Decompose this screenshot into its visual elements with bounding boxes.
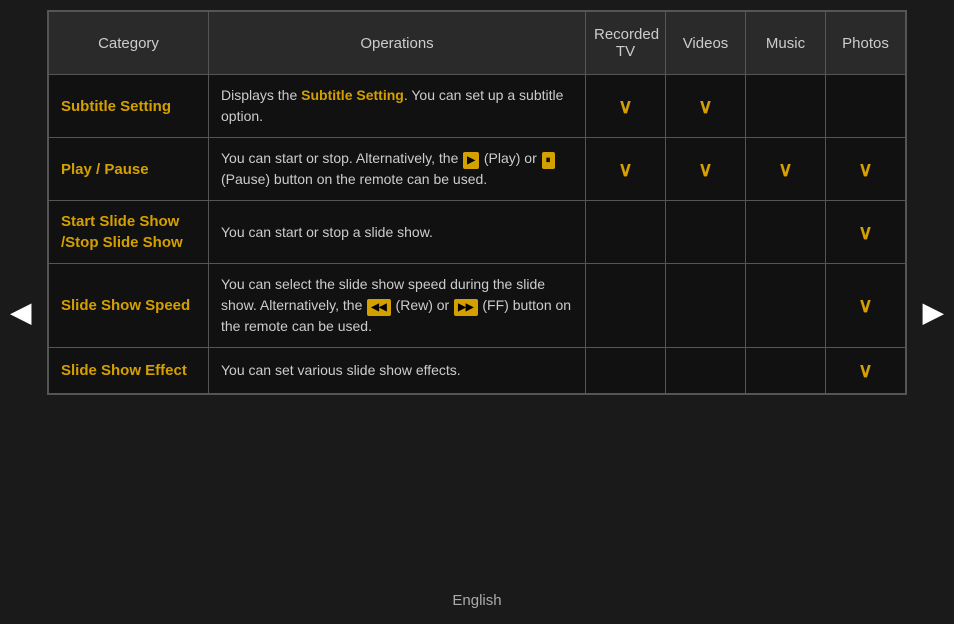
photos-slideshow-startstop: ∨ [826,201,906,264]
subtitle-setting-link: Subtitle Setting [301,87,404,103]
chevron-icon: ∨ [618,159,633,181]
videos-play: ∨ [666,138,746,201]
chevron-icon: ∨ [858,295,873,317]
videos-slideshow-speed [666,264,746,348]
desc-slideshow-effect: You can set various slide show effects. [209,348,586,394]
videos-slideshow-startstop [666,201,746,264]
table-row: Slide Show Speed You can select the slid… [49,264,906,348]
photos-play: ∨ [826,138,906,201]
desc-play-pause: You can start or stop. Alternatively, th… [209,138,586,201]
table-row: Slide Show Effect You can set various sl… [49,348,906,394]
music-subtitle [746,75,826,138]
chevron-icon: ∨ [698,159,713,181]
main-table-container: Category Operations Recorded TV Videos M… [47,10,907,395]
features-table: Category Operations Recorded TV Videos M… [48,11,906,394]
table-row: Subtitle Setting Displays the Subtitle S… [49,75,906,138]
play-button-icon: ▶ [463,152,479,169]
header-photos: Photos [826,12,906,75]
header-music: Music [746,12,826,75]
music-play: ∨ [746,138,826,201]
chevron-icon: ∨ [858,222,873,244]
ff-button-icon: ▶▶ [454,299,477,316]
chevron-icon: ∨ [858,159,873,181]
category-start-stop-slideshow: Start Slide Show /Stop Slide Show [49,201,209,264]
videos-subtitle: ∨ [666,75,746,138]
recorded-tv-play: ∨ [586,138,666,201]
left-arrow-button[interactable]: ◀ [10,296,32,329]
chevron-icon: ∨ [858,360,873,382]
pause-button-icon: ⏸ [542,152,555,169]
recorded-tv-slideshow-startstop [586,201,666,264]
header-operations: Operations [209,12,586,75]
videos-slideshow-effect [666,348,746,394]
recorded-tv-slideshow-effect [586,348,666,394]
photos-slideshow-speed: ∨ [826,264,906,348]
footer-language: English [452,592,501,609]
category-subtitle-setting: Subtitle Setting [49,75,209,138]
header-videos: Videos [666,12,746,75]
category-slideshow-effect: Slide Show Effect [49,348,209,394]
music-slideshow-speed [746,264,826,348]
header-category: Category [49,12,209,75]
recorded-tv-slideshow-speed [586,264,666,348]
header-recorded-tv: Recorded TV [586,12,666,75]
chevron-icon: ∨ [618,96,633,118]
category-play-pause: Play / Pause [49,138,209,201]
recorded-tv-subtitle: ∨ [586,75,666,138]
music-slideshow-effect [746,348,826,394]
rew-button-icon: ◀◀ [367,299,390,316]
table-row: Start Slide Show /Stop Slide Show You ca… [49,201,906,264]
desc-slideshow-speed: You can select the slide show speed duri… [209,264,586,348]
photos-slideshow-effect: ∨ [826,348,906,394]
music-slideshow-startstop [746,201,826,264]
table-row: Play / Pause You can start or stop. Alte… [49,138,906,201]
photos-subtitle [826,75,906,138]
desc-subtitle-setting: Displays the Subtitle Setting. You can s… [209,75,586,138]
desc-start-stop-slideshow: You can start or stop a slide show. [209,201,586,264]
right-arrow-button[interactable]: ▶ [922,296,944,329]
chevron-icon: ∨ [778,159,793,181]
category-slideshow-speed: Slide Show Speed [49,264,209,348]
chevron-icon: ∨ [698,96,713,118]
